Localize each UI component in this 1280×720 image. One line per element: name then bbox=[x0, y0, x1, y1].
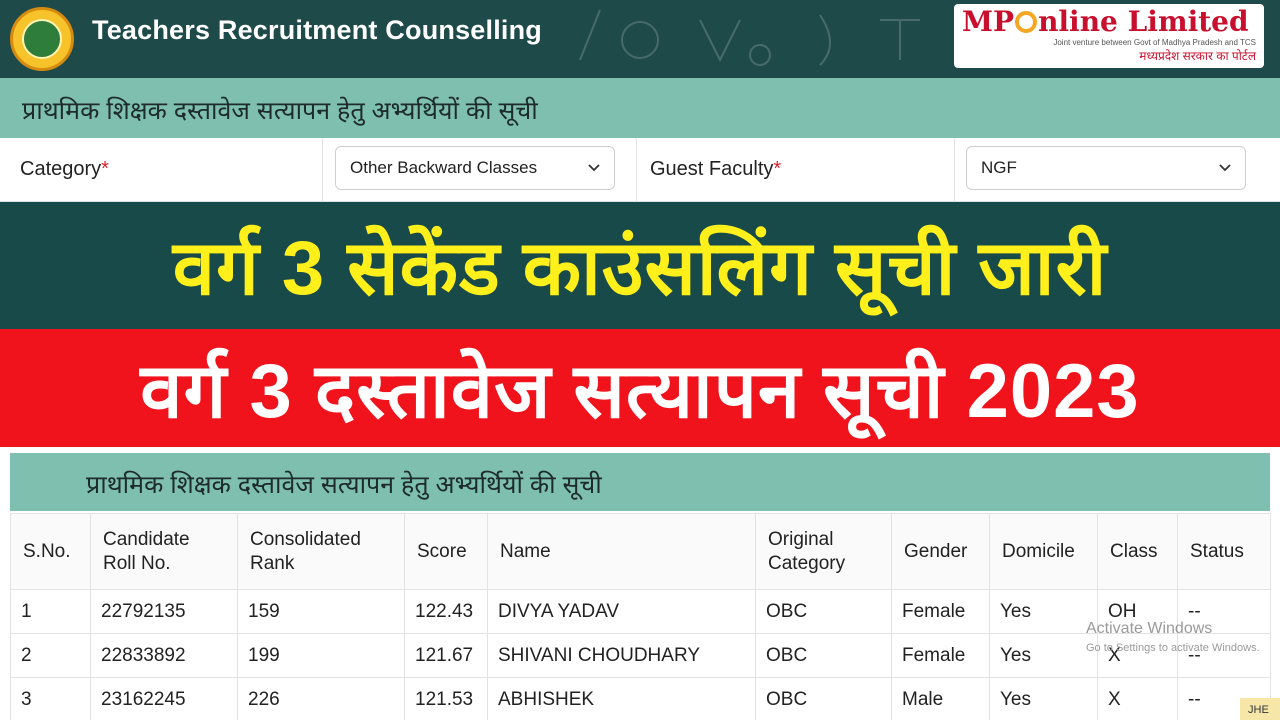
category-select[interactable]: Other Backward Classes bbox=[335, 146, 615, 190]
headline-banner-2: वर्ग 3 दस्तावेज सत्यापन सूची 2023 bbox=[0, 329, 1280, 447]
table-cell: 226 bbox=[237, 677, 405, 720]
page: Teachers Recruitment Counselling MP nline… bbox=[0, 0, 1280, 720]
table-cell: OBC bbox=[755, 633, 892, 678]
section-title: प्राथमिक शिक्षक दस्तावेज सत्यापन हेतु अभ… bbox=[22, 97, 538, 125]
table-cell: -- bbox=[1177, 589, 1271, 634]
mponline-logo[interactable]: MP nline Limited Joint venture between Go… bbox=[954, 4, 1264, 68]
table-cell: OBC bbox=[755, 677, 892, 720]
table-cell: 122.43 bbox=[404, 589, 488, 634]
column-header[interactable]: Original Category bbox=[755, 513, 892, 590]
category-label: Category* bbox=[20, 158, 109, 180]
table-row: 1 22792135 159 122.43 DIVYA YADAV OBC Fe… bbox=[10, 589, 1271, 634]
table-cell: 23162245 bbox=[90, 677, 238, 720]
brand-hindi-tagline: मध्यप्रदेश सरकार का पोर्टल bbox=[1139, 49, 1256, 63]
table-cell: 22833892 bbox=[90, 633, 238, 678]
brand-name: MP nline Limited bbox=[962, 5, 1249, 38]
table-cell: DIVYA YADAV bbox=[487, 589, 756, 634]
table-row: 2 22833892 199 121.67 SHIVANI CHOUDHARY … bbox=[10, 633, 1271, 678]
table-cell: X bbox=[1097, 633, 1178, 678]
table-cell: OH bbox=[1097, 589, 1178, 634]
table-cell: 199 bbox=[237, 633, 405, 678]
column-header[interactable]: Class bbox=[1097, 513, 1178, 590]
table-row: 3 23162245 226 121.53 ABHISHEK OBC Male … bbox=[10, 677, 1271, 720]
table-cell: Yes bbox=[989, 633, 1098, 678]
state-emblem-icon bbox=[10, 7, 74, 71]
column-header[interactable]: Candidate Roll No. bbox=[90, 513, 238, 590]
table-cell: 22792135 bbox=[90, 589, 238, 634]
column-header[interactable]: Domicile bbox=[989, 513, 1098, 590]
chevron-down-icon bbox=[588, 164, 600, 172]
table-cell: 2 bbox=[10, 633, 91, 678]
table-cell: Male bbox=[891, 677, 990, 720]
app-header: Teachers Recruitment Counselling MP nline… bbox=[0, 0, 1280, 78]
chevron-down-icon bbox=[1219, 164, 1231, 172]
table-cell: Female bbox=[891, 589, 990, 634]
panel-title-bar: प्राथमिक शिक्षक दस्तावेज सत्यापन हेतु अभ… bbox=[10, 453, 1270, 511]
table-cell: 159 bbox=[237, 589, 405, 634]
corner-tag: JHE bbox=[1240, 698, 1280, 720]
table-cell: Yes bbox=[989, 677, 1098, 720]
table-cell: 3 bbox=[10, 677, 91, 720]
column-header[interactable]: Consolidated Rank bbox=[237, 513, 405, 590]
table-cell: Female bbox=[891, 633, 990, 678]
table-cell: Yes bbox=[989, 589, 1098, 634]
panel-title: प्राथमिक शिक्षक दस्तावेज सत्यापन हेतु अभ… bbox=[86, 471, 602, 499]
table-cell: 121.67 bbox=[404, 633, 488, 678]
table-cell: -- bbox=[1177, 633, 1271, 678]
table-cell: 121.53 bbox=[404, 677, 488, 720]
table-cell: OBC bbox=[755, 589, 892, 634]
column-header[interactable]: Gender bbox=[891, 513, 990, 590]
guest-faculty-label: Guest Faculty* bbox=[650, 158, 782, 180]
headline-banner-1: वर्ग 3 सेकेंड काउंसलिंग सूची जारी bbox=[0, 202, 1280, 329]
table-cell: SHIVANI CHOUDHARY bbox=[487, 633, 756, 678]
results-panel: प्राथमिक शिक्षक दस्तावेज सत्यापन हेतु अभ… bbox=[10, 453, 1271, 720]
filter-row: Category* Other Backward Classes Guest F… bbox=[0, 138, 1280, 202]
headline-2: वर्ग 3 दस्तावेज सत्यापन सूची 2023 bbox=[140, 348, 1140, 434]
table-cell: X bbox=[1097, 677, 1178, 720]
table-cell: ABHISHEK bbox=[487, 677, 756, 720]
table-header-row: S.No. Candidate Roll No. Consolidated Ra… bbox=[10, 513, 1271, 590]
column-header[interactable]: Name bbox=[487, 513, 756, 590]
brand-tagline: Joint venture between Govt of Madhya Pra… bbox=[1053, 38, 1256, 47]
column-header[interactable]: S.No. bbox=[10, 513, 91, 590]
headline-1: वर्ग 3 सेकेंड काउंसलिंग सूची जारी bbox=[172, 226, 1108, 311]
table-cell: 1 bbox=[10, 589, 91, 634]
candidates-table: S.No. Candidate Roll No. Consolidated Ra… bbox=[10, 513, 1271, 720]
section-title-bar: प्राथमिक शिक्षक दस्तावेज सत्यापन हेतु अभ… bbox=[0, 78, 1280, 138]
column-header[interactable]: Status bbox=[1177, 513, 1271, 590]
column-header[interactable]: Score bbox=[404, 513, 488, 590]
guest-faculty-select[interactable]: NGF bbox=[966, 146, 1246, 190]
app-title: Teachers Recruitment Counselling bbox=[92, 15, 543, 45]
